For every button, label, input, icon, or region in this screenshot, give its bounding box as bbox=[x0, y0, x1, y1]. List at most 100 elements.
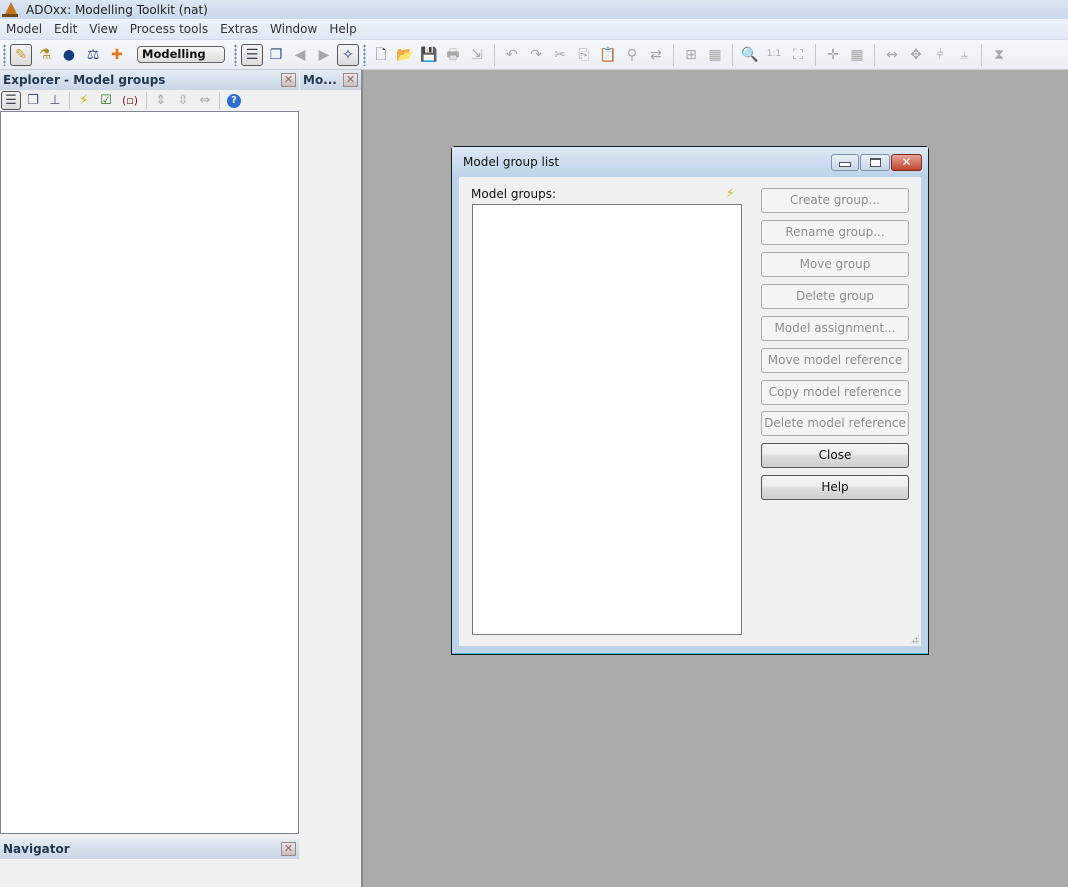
toolbar-separator bbox=[874, 43, 875, 66]
dialog-close-button[interactable]: ✕ bbox=[891, 153, 922, 171]
expand-icon[interactable]: ⇕ bbox=[151, 91, 171, 110]
menu-window[interactable]: Window bbox=[264, 22, 323, 36]
refresh-lightning-icon[interactable]: ⚡ bbox=[74, 91, 94, 110]
mo-panel-title: Mo... bbox=[303, 73, 337, 87]
undo-icon[interactable]: ↶ bbox=[501, 44, 523, 66]
explorer-close-icon[interactable]: ✕ bbox=[281, 73, 296, 87]
toolbar-grip[interactable] bbox=[234, 43, 237, 66]
minimize-icon bbox=[839, 161, 851, 167]
navigator-compass-icon[interactable]: ✧ bbox=[337, 43, 359, 66]
evaluation-mode-icon[interactable]: ⚖ bbox=[82, 44, 104, 66]
navigator-title: Navigator bbox=[3, 842, 70, 856]
toolbar-separator bbox=[219, 92, 220, 109]
modelling-mode-icon[interactable]: ✎ bbox=[10, 43, 32, 66]
windows-icon[interactable]: ❐ bbox=[23, 91, 43, 110]
insert-table-icon[interactable]: ⊞ bbox=[680, 44, 702, 66]
bracket-document-icon[interactable]: (▫) bbox=[118, 91, 142, 110]
toolbar-separator bbox=[732, 43, 733, 66]
back-icon[interactable]: ◀ bbox=[289, 44, 311, 66]
table-icon[interactable]: ▦ bbox=[704, 44, 726, 66]
dialog-titlebar[interactable]: Model group list ✕ bbox=[452, 147, 928, 177]
export-icon[interactable]: ⇲ bbox=[466, 44, 488, 66]
align-horizontal-icon[interactable]: ↔ bbox=[881, 44, 903, 66]
window-titlebar: ADOxx: Modelling Toolkit (nat) bbox=[0, 0, 1068, 19]
close-icon: ✕ bbox=[901, 155, 912, 169]
menu-process-tools[interactable]: Process tools bbox=[124, 22, 214, 36]
close-button[interactable]: Close bbox=[761, 443, 909, 468]
move-group-button[interactable]: Move group bbox=[761, 252, 909, 277]
toolbar-grip[interactable] bbox=[3, 43, 6, 66]
model-group-list-dialog: Model group list ✕ Model groups: ⚡ Creat… bbox=[451, 146, 929, 655]
windows-icon[interactable]: ❐ bbox=[265, 44, 287, 66]
print-icon[interactable]: 🖶 bbox=[442, 44, 464, 66]
help-icon[interactable]: ? bbox=[224, 91, 244, 110]
zoom-100-icon[interactable]: 1:1 bbox=[763, 44, 785, 66]
window-title: ADOxx: Modelling Toolkit (nat) bbox=[26, 2, 208, 17]
delete-model-reference-button[interactable]: Delete model reference bbox=[761, 411, 909, 436]
menu-extras[interactable]: Extras bbox=[214, 22, 264, 36]
help-button[interactable]: Help bbox=[761, 475, 909, 500]
tree-hierarchy-icon[interactable]: ⊥ bbox=[45, 91, 65, 110]
cut-icon[interactable]: ✂ bbox=[549, 44, 571, 66]
collapse-icon[interactable]: ⇳ bbox=[173, 91, 193, 110]
mo-panel-header: Mo... ✕ bbox=[300, 70, 361, 90]
mo-panel-close-icon[interactable]: ✕ bbox=[343, 73, 358, 87]
new-file-icon[interactable]: 🗋 bbox=[370, 44, 392, 66]
navigator-header: Navigator ✕ bbox=[0, 839, 299, 859]
dialog-title: Model group list bbox=[463, 155, 560, 169]
toolbar-separator bbox=[146, 92, 147, 109]
refresh-lightning-icon[interactable]: ⚡ bbox=[726, 186, 734, 200]
menu-view[interactable]: View bbox=[83, 22, 123, 36]
explorer-header: Explorer - Model groups ✕ bbox=[0, 70, 299, 90]
resize-grip[interactable] bbox=[909, 634, 919, 644]
move-model-reference-button[interactable]: Move model reference bbox=[761, 348, 909, 373]
explorer-title: Explorer - Model groups bbox=[3, 73, 166, 87]
toolbar-grip[interactable] bbox=[363, 43, 366, 66]
save-icon[interactable]: 💾 bbox=[418, 44, 440, 66]
folder-check-icon[interactable]: ☑ bbox=[96, 91, 116, 110]
mo-panel-body bbox=[300, 90, 361, 887]
model-groups-icon[interactable]: ☰ bbox=[241, 43, 263, 66]
mode-select[interactable]: Modelling bbox=[137, 46, 225, 63]
hourglass-icon[interactable]: ⧗ bbox=[988, 44, 1010, 66]
dialog-client: Model groups: ⚡ Create group... Rename g… bbox=[459, 177, 921, 646]
zoom-icon[interactable]: 🔍 bbox=[739, 44, 761, 66]
delete-group-button[interactable]: Delete group bbox=[761, 284, 909, 309]
crosshair-icon[interactable]: ✛ bbox=[822, 44, 844, 66]
rename-group-button[interactable]: Rename group... bbox=[761, 220, 909, 245]
copy-icon[interactable]: ⎘ bbox=[573, 44, 595, 66]
toolbar-separator bbox=[981, 43, 982, 66]
model-groups-list[interactable] bbox=[472, 204, 742, 635]
navigator-body bbox=[0, 860, 361, 887]
help-icon-glyph: ? bbox=[227, 93, 241, 108]
copy-model-reference-button[interactable]: Copy model reference bbox=[761, 380, 909, 405]
toolbar-separator bbox=[673, 43, 674, 66]
forward-icon[interactable]: ▶ bbox=[313, 44, 335, 66]
toolbar-separator bbox=[494, 43, 495, 66]
menu-edit[interactable]: Edit bbox=[48, 22, 83, 36]
model-groups-icon[interactable]: ☰ bbox=[1, 91, 21, 110]
align-center-vertical-icon[interactable]: ⫩ bbox=[929, 44, 951, 66]
grid-icon[interactable]: ▦ bbox=[846, 44, 868, 66]
redo-icon[interactable]: ↷ bbox=[525, 44, 547, 66]
simulation-mode-icon[interactable]: ● bbox=[58, 44, 80, 66]
minimize-button[interactable] bbox=[831, 153, 859, 171]
model-assignment-button[interactable]: Model assignment... bbox=[761, 316, 909, 341]
navigator-close-icon[interactable]: ✕ bbox=[281, 842, 296, 856]
model-groups-label: Model groups: bbox=[471, 187, 556, 201]
align-move-icon[interactable]: ✥ bbox=[905, 44, 927, 66]
menu-help[interactable]: Help bbox=[323, 22, 362, 36]
maximize-button[interactable] bbox=[860, 153, 890, 171]
paste-icon[interactable]: 📋 bbox=[597, 44, 619, 66]
replace-icon[interactable]: ⇄ bbox=[645, 44, 667, 66]
analysis-mode-icon[interactable]: ⚗ bbox=[34, 44, 56, 66]
align-center-horizontal-icon[interactable]: ⫨ bbox=[953, 44, 975, 66]
open-folder-icon[interactable]: 📂 bbox=[394, 44, 416, 66]
expand-all-icon[interactable]: ⇔ bbox=[195, 91, 215, 110]
create-group-button[interactable]: Create group... bbox=[761, 188, 909, 213]
menu-model[interactable]: Model bbox=[0, 22, 48, 36]
zoom-fit-icon[interactable]: ⛶ bbox=[787, 44, 809, 66]
import-export-mode-icon[interactable]: ✚ bbox=[106, 44, 128, 66]
find-binoculars-icon[interactable]: ⚲ bbox=[621, 44, 643, 66]
explorer-tree[interactable] bbox=[0, 111, 299, 834]
